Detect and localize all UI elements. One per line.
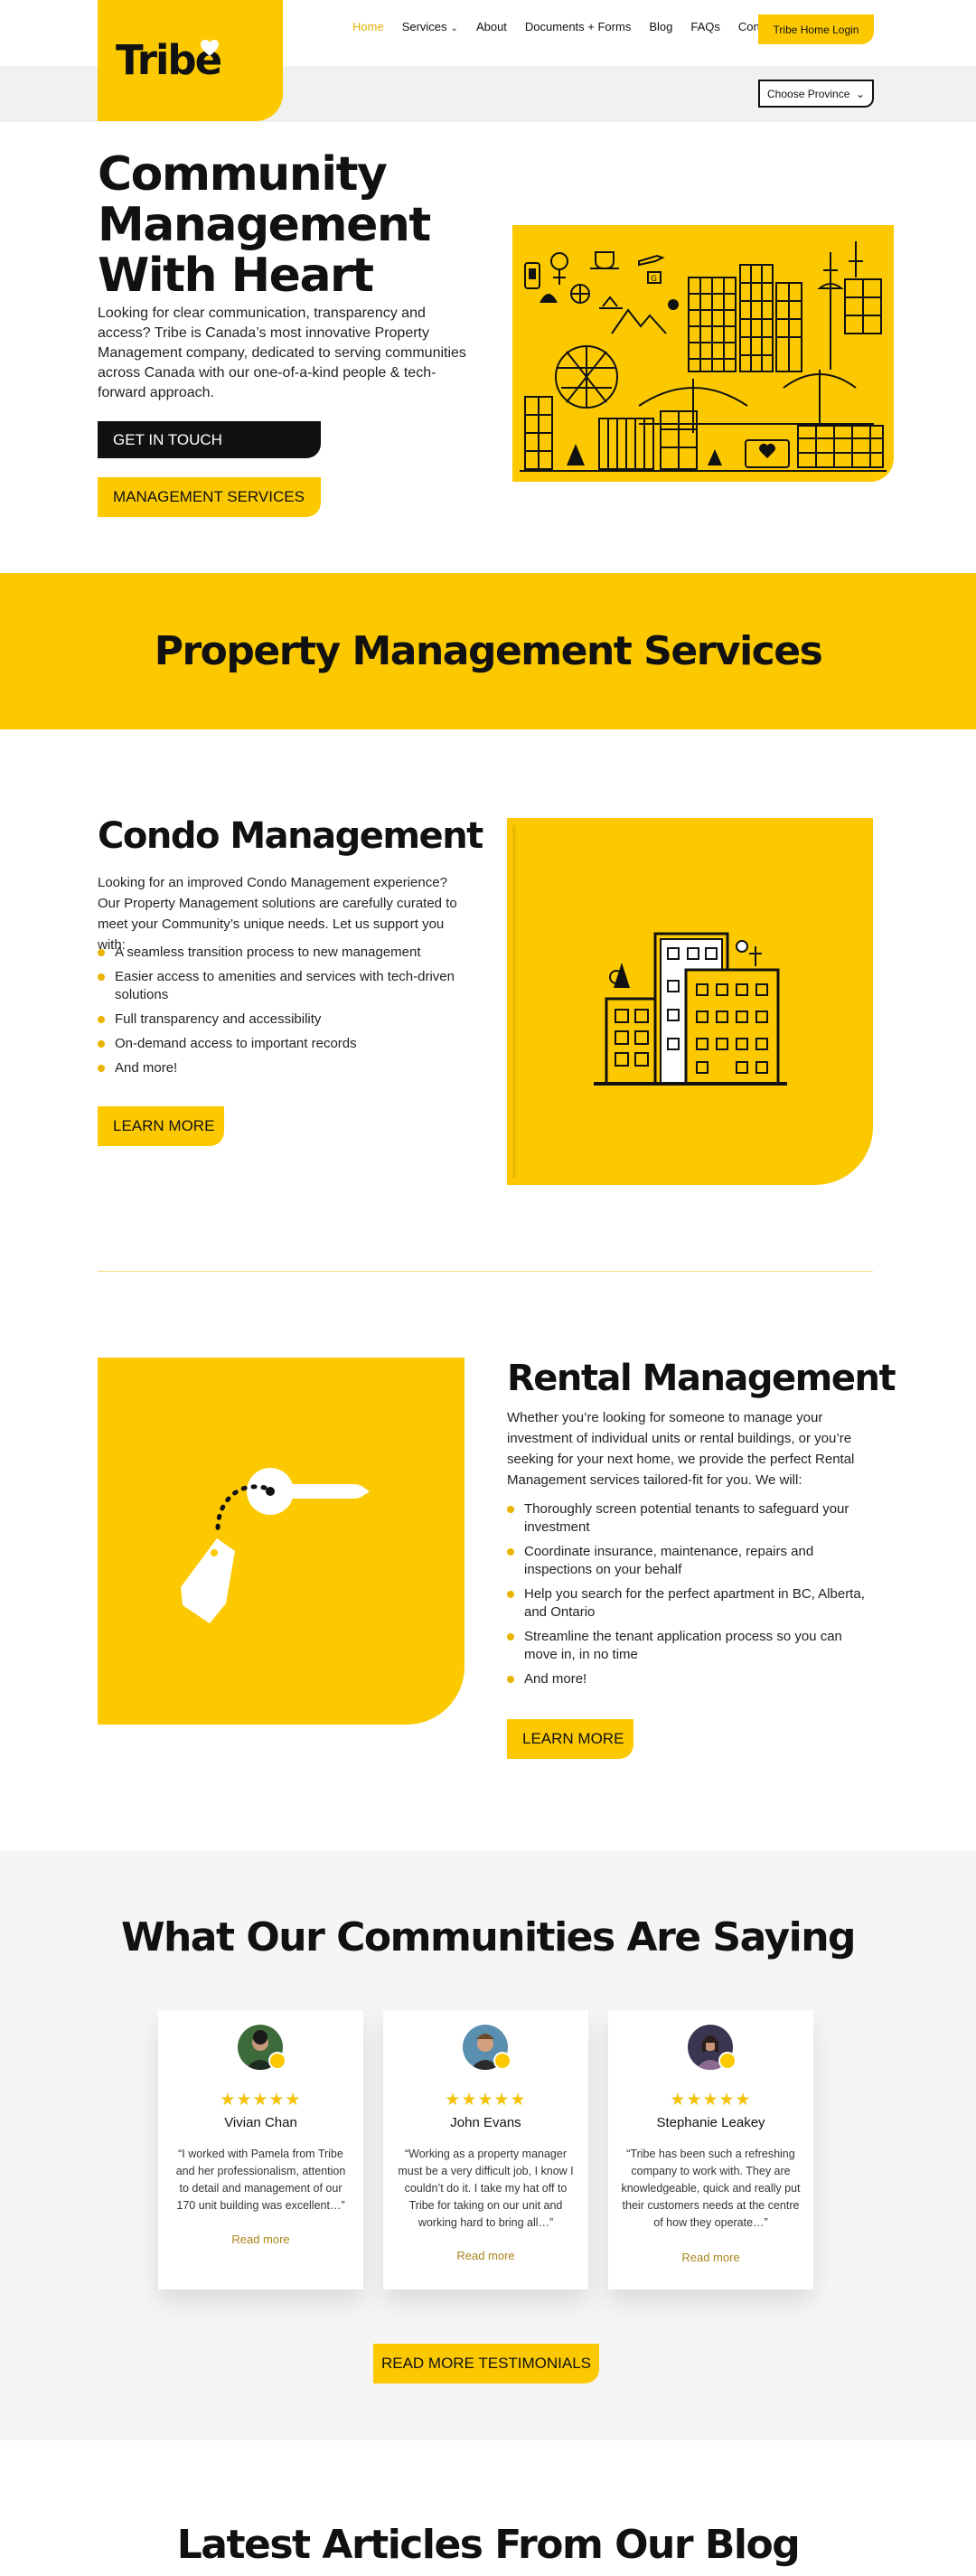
nav-home[interactable]: Home [352,20,384,33]
testimonial-name: John Evans [450,2115,521,2130]
nav-blog[interactable]: Blog [649,20,672,33]
rental-title: Rental Management [507,1358,896,1399]
hero-description: Looking for clear communication, transpa… [98,306,466,400]
blog-title: Latest Articles From Our Blog [176,2522,801,2568]
bullet-dot [507,1633,514,1641]
rating-stars: ★★★★★ [670,2091,752,2110]
condo-bullet-list: A seamless transition process to new man… [98,944,468,1084]
management-services-button[interactable]: MANAGEMENT SERVICES [98,477,321,517]
province-select[interactable]: Choose Province ⌄ [758,80,874,108]
chevron-down-icon: ⌄ [855,88,865,100]
nav-documents-forms[interactable]: Documents + Forms [525,20,631,33]
verified-badge-icon [268,2052,286,2070]
rental-bullet-list: Thoroughly screen potential tenants to s… [507,1500,873,1695]
rating-stars: ★★★★★ [445,2091,527,2110]
condo-learn-more-button[interactable]: LEARN MORE [98,1106,224,1146]
rental-learn-more-button[interactable]: LEARN MORE [507,1719,633,1759]
testimonial-name: Stephanie Leakey [656,2115,765,2130]
nav-faqs[interactable]: FAQs [690,20,720,33]
bullet-dot [98,1065,105,1072]
tribe-home-login-button[interactable]: Tribe Home Login [758,14,874,44]
list-item: Help you search for the perfect apartmen… [507,1585,873,1622]
province-select-value: Choose Province [767,87,850,100]
testimonial-card: ★★★★★ Stephanie Leakey “Tribe has been s… [608,2010,813,2289]
testimonials-title: What Our Communities Are Saying [120,1914,857,1960]
read-more-testimonials-button[interactable]: READ MORE TESTIMONIALS [373,2344,599,2383]
bullet-dot [98,949,105,956]
list-item-text: Help you search for the perfect apartmen… [524,1586,865,1620]
rental-key-illustration [98,1358,465,1725]
bullet-dot [98,1016,105,1023]
testimonial-quote: “Working as a property manager must be a… [398,2148,574,2229]
list-item-text: A seamless transition process to new man… [115,945,421,960]
nav-about[interactable]: About [476,20,507,33]
list-item-text: Full transparency and accessibility [115,1011,322,1027]
testimonial-quote: “I worked with Pamela from Tribe and her… [175,2148,346,2212]
verified-badge-icon [718,2052,737,2070]
heart-icon [201,40,219,56]
list-item: And more! [507,1670,873,1688]
list-item: A seamless transition process to new man… [98,944,468,962]
list-item: Streamline the tenant application proces… [507,1628,873,1664]
list-item: Full transparency and accessibility [98,1011,468,1029]
hero-title: Community Management With Heart [98,147,431,303]
chevron-down-icon: ⌄ [450,24,458,33]
list-item-text: Thoroughly screen potential tenants to s… [524,1501,849,1535]
tribe-logo[interactable]: Tribe [98,0,283,121]
read-more-link[interactable]: Read more [158,2233,363,2246]
bullet-dot [507,1591,514,1598]
testimonial-name: Vivian Chan [224,2115,297,2130]
nav-services[interactable]: Services ⌄ [402,20,458,33]
nav-services-label: Services [401,20,447,33]
page: Home Services ⌄ About Documents + Forms B… [0,0,976,2576]
get-in-touch-button[interactable]: GET IN TOUCH [98,421,321,458]
list-item-text: Streamline the tenant application proces… [524,1629,842,1662]
testimonial-quote: “Tribe has been such a refreshing compan… [621,2148,801,2229]
main-nav: Home Services ⌄ About Documents + Forms B… [352,20,797,33]
hero-city-illustration: G [512,225,894,482]
condo-buildings-illustration [507,818,873,1185]
services-band: Property Management Services [0,573,976,729]
testimonial-card: ★★★★★ Vivian Chan “I worked with Pamela … [158,2010,363,2289]
bullet-dot [98,973,105,981]
list-item-text: Coordinate insurance, maintenance, repai… [524,1544,814,1577]
read-more-link[interactable]: Read more [608,2251,813,2264]
rating-stars: ★★★★★ [220,2091,302,2110]
list-item: Coordinate insurance, maintenance, repai… [507,1543,873,1579]
testimonial-card: ★★★★★ John Evans “Working as a property … [383,2010,588,2289]
list-item-text: On-demand access to important records [115,1036,357,1051]
list-item: Easier access to amenities and services … [98,968,468,1004]
list-item: On-demand access to important records [98,1035,468,1053]
list-item-text: And more! [524,1671,587,1687]
bullet-dot [98,1040,105,1048]
services-band-title: Property Management Services [154,628,823,674]
bullet-dot [507,1548,514,1556]
svg-text:G: G [651,275,657,284]
list-item: And more! [98,1059,468,1077]
verified-badge-icon [493,2052,511,2070]
section-divider [98,1271,873,1272]
bullet-dot [507,1676,514,1683]
list-item-text: Easier access to amenities and services … [115,969,455,1002]
bullet-dot [507,1506,514,1513]
condo-title: Condo Management [98,815,483,857]
list-item-text: And more! [115,1060,178,1076]
read-more-link[interactable]: Read more [383,2249,588,2262]
rental-description: Whether you’re looking for someone to ma… [507,1410,855,1488]
list-item: Thoroughly screen potential tenants to s… [507,1500,873,1537]
